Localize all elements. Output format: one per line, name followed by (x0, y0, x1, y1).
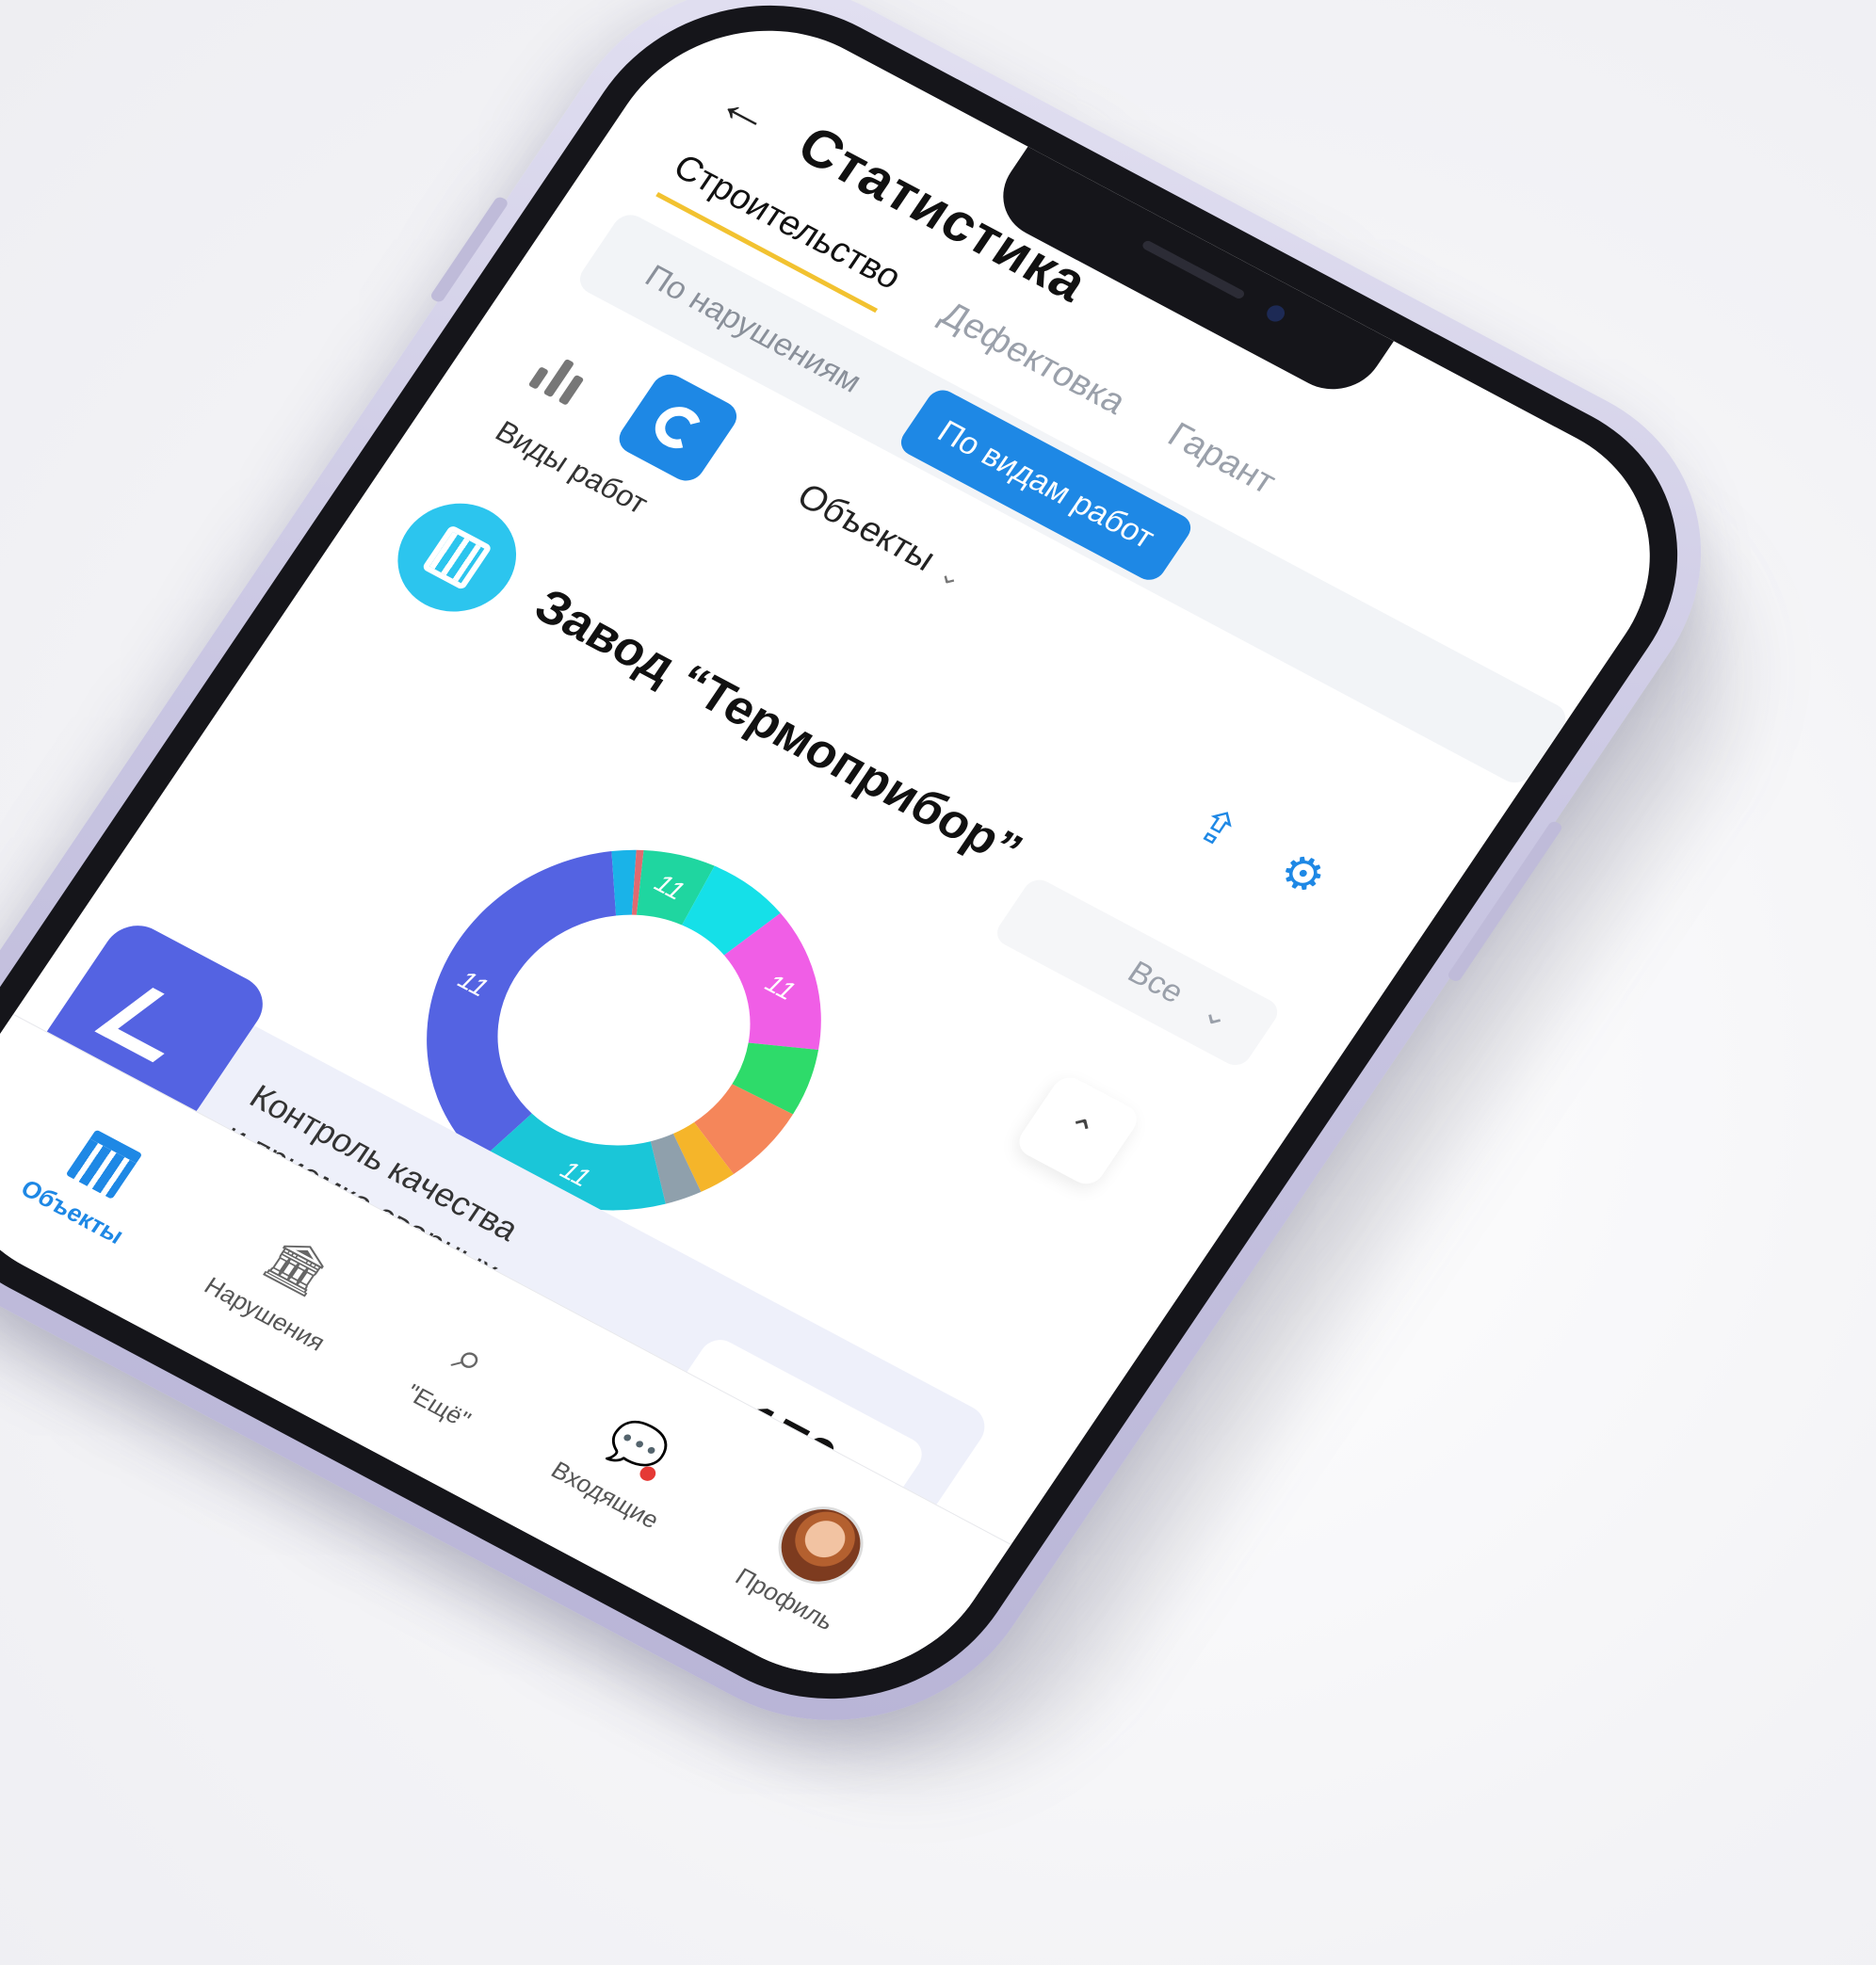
objects-dropdown[interactable]: Объекты⌄ (789, 476, 974, 596)
nav-inbox[interactable]: 💬 Входящие (546, 1393, 707, 1534)
bar-chart-icon-bar (527, 366, 549, 390)
nav-profile[interactable]: Профиль (730, 1487, 891, 1636)
objects-dropdown-label: Объекты (790, 475, 943, 579)
donut-chart-button[interactable] (612, 368, 744, 487)
building-icon (375, 483, 539, 632)
action-icons: ⇪ ⚙ (1185, 797, 1336, 906)
chevron-down-icon: ⌄ (1194, 993, 1239, 1037)
chevron-down-icon: ⌄ (933, 557, 970, 593)
filter-sliders-icon[interactable]: ⚙ (1270, 842, 1336, 906)
tab-warranty[interactable]: Гарант (1153, 415, 1283, 513)
building-icon-shape (66, 1129, 144, 1200)
nav-more[interactable]: ⌕ "Ещё" (400, 1315, 519, 1434)
filter-dropdown[interactable]: Все ⌄ (991, 875, 1284, 1071)
unread-badge (637, 1463, 659, 1484)
back-arrow-icon[interactable]: ← (706, 71, 789, 147)
nav-objects[interactable]: Объекты (16, 1111, 172, 1250)
donut-chart-icon (646, 399, 710, 457)
filter-value: Все (1121, 954, 1191, 1010)
building-icon-shape (421, 524, 493, 591)
share-icon[interactable]: ⇪ (1185, 797, 1249, 859)
trowel-icon-shape (94, 988, 212, 1063)
collapse-button[interactable]: ⌃ (1012, 1071, 1143, 1190)
nav-violations[interactable]: 🏛 Нарушения (199, 1208, 373, 1357)
front-camera (1263, 302, 1288, 325)
chevron-up-icon: ⌃ (1055, 1107, 1102, 1153)
bar-chart-icon[interactable] (527, 330, 623, 416)
